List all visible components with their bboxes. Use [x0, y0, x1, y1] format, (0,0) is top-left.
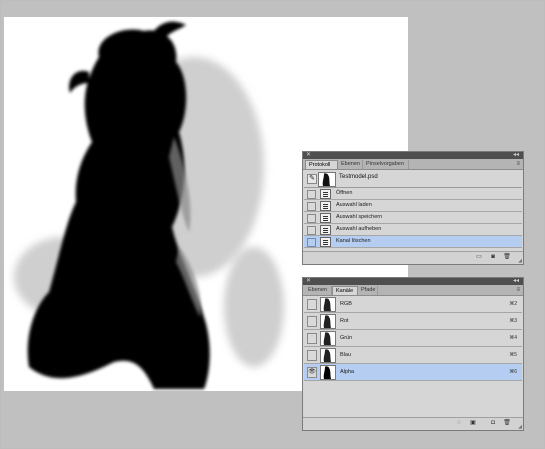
new-document-from-state-icon[interactable]: ▭: [475, 254, 483, 261]
tab-ebenen[interactable]: Ebenen: [305, 286, 332, 295]
visibility-toggle[interactable]: [307, 333, 317, 344]
resize-grip-icon[interactable]: ◢: [518, 424, 522, 430]
history-state-icon: [320, 225, 331, 235]
workspace: ✕ ◂◂ Protokoll Ebenen Pinselvorgaben ≡ ✎…: [0, 0, 545, 449]
panel-menu-icon[interactable]: ≡: [516, 159, 520, 169]
panel-tab-bar: Protokoll Ebenen Pinselvorgaben ≡: [303, 159, 523, 170]
history-item-label: Auswahl aufheben: [336, 226, 382, 232]
history-source-checkbox[interactable]: [307, 202, 316, 211]
history-item-label: Auswahl speichern: [336, 214, 383, 220]
trash-icon[interactable]: 🗑: [503, 254, 511, 261]
history-item-label: Öffnen: [336, 190, 353, 196]
panel-footer: ◌ ▣ ◘ 🗑 ◢: [303, 417, 523, 430]
eye-icon[interactable]: 👁: [307, 367, 317, 378]
channel-shortcut: ⌘5: [509, 352, 517, 358]
close-icon[interactable]: ✕: [306, 278, 311, 285]
panel-tab-bar: Ebenen Kanäle Pfade ≡: [303, 285, 523, 296]
snapshot-label: Testmodel.psd: [339, 174, 378, 180]
collapse-icon[interactable]: ◂◂: [513, 278, 519, 285]
tab-protokoll[interactable]: Protokoll: [305, 160, 338, 169]
panel-titlebar[interactable]: ✕ ◂◂: [303, 278, 523, 285]
history-item-label: Auswahl laden: [336, 202, 372, 208]
brush-source-icon[interactable]: ✎: [307, 174, 317, 184]
history-source-checkbox[interactable]: [307, 214, 316, 223]
snapshot-row[interactable]: ✎ Testmodel.psd: [304, 171, 522, 188]
collapse-icon[interactable]: ◂◂: [513, 152, 519, 159]
channel-label: Grün: [340, 335, 353, 341]
trash-icon[interactable]: 🗑: [503, 420, 511, 427]
protokoll-panel: ✕ ◂◂ Protokoll Ebenen Pinselvorgaben ≡ ✎…: [302, 151, 524, 265]
history-item[interactable]: Auswahl laden: [304, 200, 522, 212]
channel-label: Blau: [340, 352, 352, 358]
history-item-label: Kanal löschen: [336, 238, 371, 244]
channel-row-blau[interactable]: Blau ⌘5: [304, 347, 522, 364]
close-icon[interactable]: ✕: [306, 152, 311, 159]
kanaele-panel: ✕ ◂◂ Ebenen Kanäle Pfade ≡ RGB ⌘2 Rot ⌘3: [302, 277, 524, 431]
channel-label: Rot: [340, 318, 349, 324]
history-source-checkbox[interactable]: [307, 190, 316, 199]
tab-kanaele[interactable]: Kanäle: [332, 286, 358, 295]
new-channel-icon[interactable]: ◘: [489, 420, 497, 427]
channel-label: Alpha: [340, 369, 355, 375]
visibility-toggle[interactable]: [307, 350, 317, 361]
history-state-icon: [320, 213, 331, 223]
visibility-toggle[interactable]: [307, 299, 317, 310]
channel-row-rot[interactable]: Rot ⌘3: [304, 313, 522, 330]
channel-thumbnail: [320, 331, 336, 346]
tab-pinselvorgaben[interactable]: Pinselvorgaben: [363, 160, 409, 169]
history-state-icon: [320, 201, 331, 211]
visibility-toggle[interactable]: [307, 316, 317, 327]
history-source-checkbox[interactable]: [307, 238, 316, 247]
history-item[interactable]: Öffnen: [304, 188, 522, 200]
history-state-icon: [320, 237, 331, 247]
load-channel-selection-icon[interactable]: ◌: [455, 420, 463, 427]
channel-shortcut: ⌘3: [509, 318, 517, 324]
channel-row-rgb[interactable]: RGB ⌘2: [304, 296, 522, 313]
panel-menu-icon[interactable]: ≡: [516, 285, 520, 295]
tab-ebenen[interactable]: Ebenen: [338, 160, 363, 169]
resize-grip-icon[interactable]: ◢: [518, 258, 522, 264]
camera-icon[interactable]: ◙: [489, 254, 497, 261]
channel-row-gruen[interactable]: Grün ⌘4: [304, 330, 522, 347]
channel-thumbnail: [320, 365, 336, 380]
history-item-selected[interactable]: Kanal löschen: [304, 236, 522, 248]
channel-shortcut: ⌘2: [509, 301, 517, 307]
panel-titlebar[interactable]: ✕ ◂◂: [303, 152, 523, 159]
channel-thumbnail: [320, 314, 336, 329]
snapshot-thumbnail: [318, 172, 336, 187]
channel-shortcut: ⌘4: [509, 335, 517, 341]
channel-label: RGB: [340, 301, 352, 307]
history-state-icon: [320, 189, 331, 199]
tab-pfade[interactable]: Pfade: [358, 286, 378, 295]
channel-row-alpha[interactable]: 👁 Alpha ⌘6: [304, 364, 522, 381]
history-item[interactable]: Auswahl speichern: [304, 212, 522, 224]
panel-footer: ▭ ◙ 🗑 ◢: [303, 251, 523, 264]
channel-thumbnail: [320, 297, 336, 312]
history-item[interactable]: Auswahl aufheben: [304, 224, 522, 236]
channel-thumbnail: [320, 348, 336, 363]
save-selection-icon[interactable]: ▣: [469, 420, 477, 427]
history-source-checkbox[interactable]: [307, 226, 316, 235]
channel-shortcut: ⌘6: [509, 369, 517, 375]
